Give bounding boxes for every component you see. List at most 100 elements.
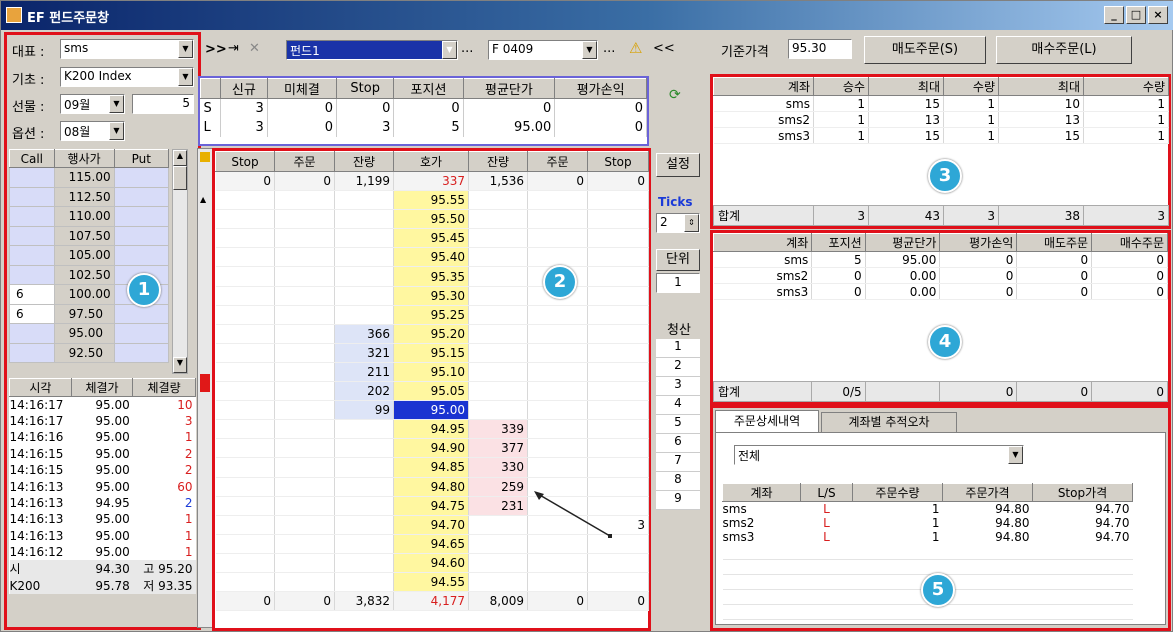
book-cell[interactable]: [334, 534, 394, 554]
fut-qty-input[interactable]: 5: [132, 94, 194, 114]
scroll-up-icon[interactable]: ▲: [200, 195, 206, 204]
chevron-down-icon[interactable]: ▼: [178, 40, 193, 58]
book-cell[interactable]: 95.35: [393, 266, 469, 287]
fund-lookup-button[interactable]: ...: [461, 41, 473, 56]
pin-icon[interactable]: ⇥: [228, 41, 239, 56]
book-cell[interactable]: 95.10: [393, 362, 469, 383]
option-cell[interactable]: [113, 342, 170, 363]
option-row[interactable]: 92.50: [9, 342, 170, 363]
cell[interactable]: 0: [1016, 267, 1093, 284]
cell[interactable]: 13: [998, 111, 1084, 128]
book-row[interactable]: 95.35: [215, 266, 649, 287]
book-cell[interactable]: [527, 400, 588, 421]
book-cell[interactable]: 1,199: [334, 171, 394, 192]
order-row[interactable]: sms3 L 1 94.80 94.70: [723, 530, 1133, 544]
clear-item[interactable]: 7: [656, 453, 700, 472]
settings-button[interactable]: 설정: [656, 153, 700, 177]
clear-item[interactable]: 3: [656, 377, 700, 396]
book-cell[interactable]: 95.40: [393, 247, 469, 268]
unit-value[interactable]: 1: [656, 273, 700, 293]
book-row[interactable]: 211 95.10: [215, 362, 649, 383]
book-cell[interactable]: [274, 400, 335, 421]
option-row[interactable]: 115.00: [9, 167, 170, 188]
book-cell[interactable]: 95.20: [393, 324, 469, 344]
option-cell[interactable]: [113, 186, 170, 207]
book-cell[interactable]: [587, 419, 649, 440]
book-cell[interactable]: 211: [334, 362, 394, 383]
warning-icon[interactable]: ⚠: [629, 39, 642, 57]
position-row[interactable]: sms3 0 0.00 0 0 0: [713, 283, 1168, 300]
book-cell[interactable]: [468, 266, 528, 287]
book-row[interactable]: 94.85 330: [215, 457, 649, 478]
book-cell[interactable]: [468, 534, 528, 554]
cell[interactable]: L: [801, 530, 853, 544]
option-cell[interactable]: 107.50: [53, 225, 115, 246]
book-row[interactable]: 94.90 377: [215, 438, 649, 459]
option-cell[interactable]: 112.50: [53, 186, 115, 207]
cell[interactable]: 10: [998, 95, 1084, 112]
clear-item[interactable]: 5: [656, 415, 700, 434]
book-cell[interactable]: [527, 438, 588, 459]
book-cell[interactable]: 202: [334, 381, 394, 402]
sell-order-button[interactable]: 매도주문(S): [864, 36, 986, 64]
cell[interactable]: 15: [868, 127, 944, 144]
book-cell[interactable]: [215, 400, 275, 421]
option-cell[interactable]: [9, 186, 55, 207]
book-cell[interactable]: 94.95: [393, 419, 469, 440]
book-cell[interactable]: 366: [334, 324, 394, 344]
order-row[interactable]: sms2 L 1 94.80 94.70: [723, 516, 1133, 530]
book-cell[interactable]: [527, 324, 588, 344]
ticks-stepper[interactable]: 2 ⇕: [656, 213, 700, 233]
book-row[interactable]: 366 95.20: [215, 324, 649, 344]
book-top-row[interactable]: 0 0 1,199 337 1,536 0 0: [215, 171, 649, 192]
book-cell[interactable]: [334, 477, 394, 497]
code-select[interactable]: F 0409 ▼: [488, 40, 598, 60]
cell[interactable]: 0: [1091, 283, 1168, 300]
cell[interactable]: 0.00: [865, 267, 941, 284]
option-cell[interactable]: 110.00: [53, 206, 115, 227]
cell[interactable]: 15: [998, 127, 1084, 144]
cell[interactable]: 0.00: [865, 283, 941, 300]
book-cell[interactable]: 0: [527, 171, 588, 192]
book-cell[interactable]: 259: [468, 477, 528, 497]
book-scrollbar[interactable]: ▲: [197, 148, 213, 628]
account-row[interactable]: sms 1 15 1 10 1: [713, 95, 1169, 112]
code-lookup-button[interactable]: ...: [603, 41, 615, 56]
cell[interactable]: 1: [943, 127, 999, 144]
option-cell[interactable]: 92.50: [53, 342, 115, 363]
book-cell[interactable]: [215, 362, 275, 383]
book-cell[interactable]: [274, 266, 335, 287]
book-cell[interactable]: [215, 534, 275, 554]
book-cell[interactable]: [334, 553, 394, 573]
book-cell[interactable]: [274, 190, 335, 211]
book-cell[interactable]: 94.65: [393, 534, 469, 554]
forward-icon[interactable]: >>: [205, 42, 227, 57]
book-cell[interactable]: [587, 228, 649, 249]
book-cell[interactable]: 94.60: [393, 553, 469, 573]
book-cell[interactable]: [334, 438, 394, 459]
rep-select[interactable]: sms ▼: [60, 39, 194, 59]
tab-tracking-error[interactable]: 계좌별 추적오차: [821, 412, 957, 432]
account-row[interactable]: sms2 1 13 1 13 1: [713, 111, 1169, 128]
minimize-button[interactable]: _: [1104, 6, 1124, 24]
book-cell[interactable]: [334, 419, 394, 440]
book-row[interactable]: 95.50: [215, 209, 649, 230]
scroll-up-icon[interactable]: ▲: [173, 150, 187, 166]
cell[interactable]: 1: [853, 530, 943, 544]
book-cell[interactable]: [587, 324, 649, 344]
option-row[interactable]: 105.00: [9, 245, 170, 266]
cell[interactable]: 95.00: [865, 251, 941, 268]
book-cell[interactable]: 330: [468, 457, 528, 478]
book-cell[interactable]: [527, 553, 588, 573]
book-cell[interactable]: [468, 247, 528, 268]
lock-icon[interactable]: [200, 152, 210, 162]
book-cell[interactable]: 377: [468, 438, 528, 459]
option-cell[interactable]: [113, 303, 170, 324]
book-cell[interactable]: [527, 572, 588, 593]
option-row[interactable]: 95.00: [9, 323, 170, 344]
book-cell[interactable]: [468, 362, 528, 383]
book-cell[interactable]: 95.15: [393, 343, 469, 363]
book-cell[interactable]: [468, 305, 528, 325]
unpin-icon[interactable]: ✕: [249, 41, 260, 56]
position-row[interactable]: sms2 0 0.00 0 0 0: [713, 267, 1168, 284]
